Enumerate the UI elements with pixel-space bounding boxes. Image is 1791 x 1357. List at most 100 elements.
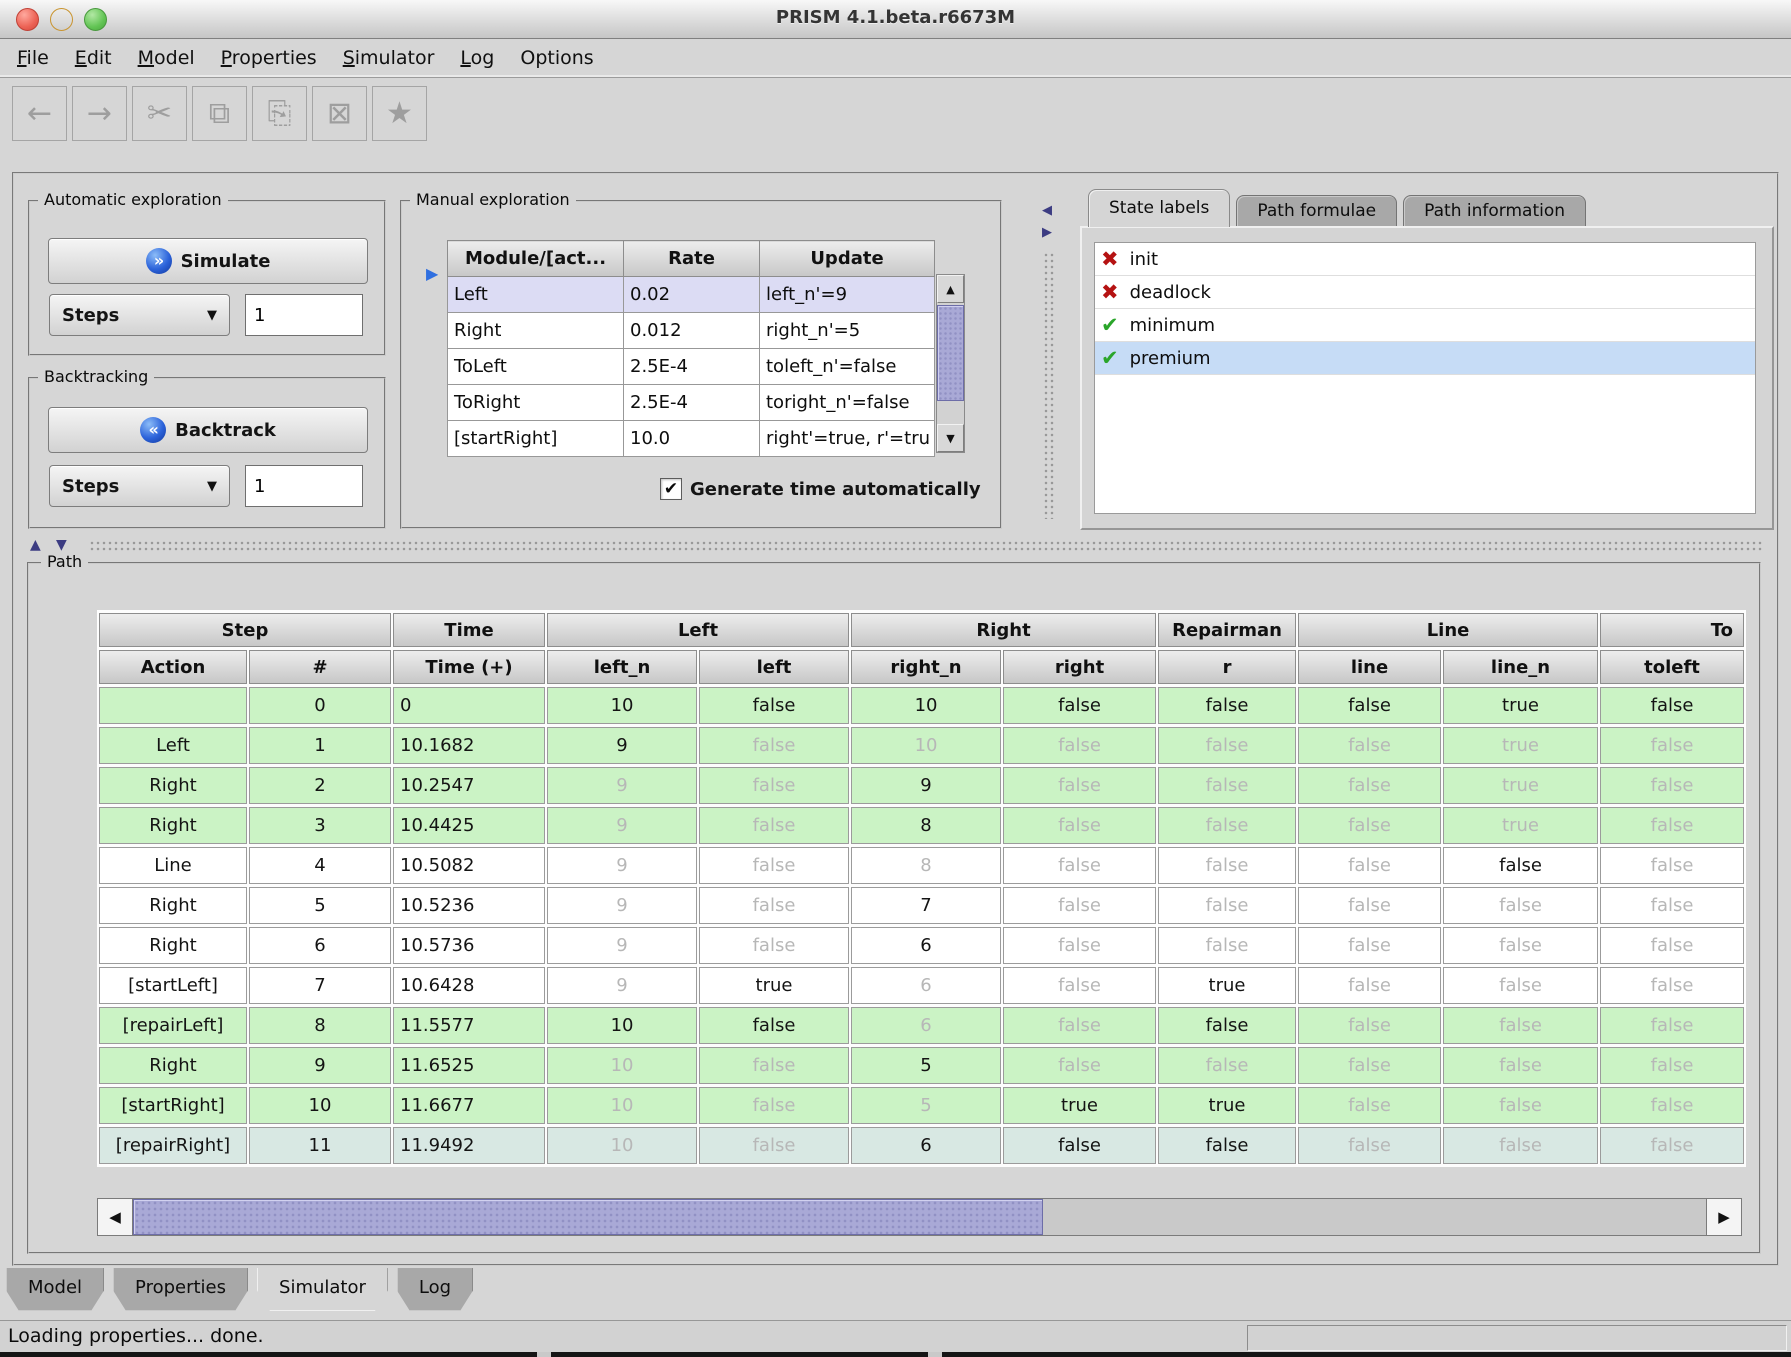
path-row-3[interactable]: Right310.44259false8falsefalsefalsetruef… (99, 807, 1744, 844)
back-button[interactable]: ← (12, 86, 67, 141)
bottom-tab-log[interactable]: Log (397, 1268, 473, 1311)
tab-path-formulae[interactable]: Path formulae (1236, 195, 1397, 227)
path-cell: false (1298, 1047, 1441, 1084)
path-table[interactable]: StepTimeLeftRightRepairmanLineToAction#T… (97, 610, 1746, 1167)
scroll-up-button[interactable]: ▲ (937, 275, 964, 303)
path-cell: 5 (249, 887, 391, 924)
backtrack-button[interactable]: « Backtrack (48, 407, 368, 453)
path-cell: Right (99, 767, 247, 804)
manual-row-3[interactable]: ToRight2.5E-4toright_n'=false (448, 385, 935, 421)
bottom-tab-model[interactable]: Model (6, 1268, 104, 1311)
manual-row-2[interactable]: ToLeft2.5E-4toleft_n'=false (448, 349, 935, 385)
path-row-6[interactable]: Right610.57369false6falsefalsefalsefalse… (99, 927, 1744, 964)
scroll-right-button[interactable]: ▶ (1706, 1199, 1741, 1235)
path-cell: 6 (851, 967, 1001, 1004)
path-row-0[interactable]: 0010false10falsefalsefalsetruefalse (99, 687, 1744, 724)
path-cell: 6 (249, 927, 391, 964)
manual-table-scrollbar[interactable]: ▲ ▼ (936, 274, 965, 453)
paste-button[interactable]: ⎘ (252, 86, 307, 141)
path-scrollbar[interactable]: ◀ ▶ (97, 1198, 1742, 1236)
tab-path-information[interactable]: Path information (1403, 195, 1586, 227)
menu-item-log[interactable]: Log (447, 39, 507, 77)
bottom-tab-simulator[interactable]: Simulator (257, 1268, 388, 1311)
manual-row-4[interactable]: [startRight]10.0right'=true, r'=tru (448, 421, 935, 457)
path-cell: false (1158, 847, 1296, 884)
state-label-deadlock[interactable]: ✖deadlock (1095, 276, 1755, 309)
star-icon: ★ (386, 96, 413, 131)
path-cell: false (1298, 927, 1441, 964)
path-row-1[interactable]: Left110.16829false10falsefalsefalsetruef… (99, 727, 1744, 764)
path-cell: false (1443, 1007, 1598, 1044)
path-row-9[interactable]: Right911.652510false5falsefalsefalsefals… (99, 1047, 1744, 1084)
path-cell: 10 (547, 1047, 697, 1084)
backtrack-steps-input[interactable] (245, 465, 363, 507)
vertical-splitter[interactable]: ◀ ▶ (1038, 200, 1060, 523)
path-cell: false (1158, 687, 1296, 724)
scroll-down-button[interactable]: ▼ (937, 424, 964, 452)
path-cell: Left (99, 727, 247, 764)
path-cell: false (1003, 687, 1156, 724)
manual-scrollbar-thumb[interactable] (937, 305, 964, 401)
manual-rate-cell: 2.5E-4 (624, 349, 760, 385)
menu-item-edit[interactable]: Edit (62, 39, 125, 77)
manual-rate-cell: 0.012 (624, 313, 760, 349)
collapse-right-icon[interactable]: ▶ (1042, 225, 1052, 240)
manual-exploration-table[interactable]: Module/[act...RateUpdateLeft0.02left_n'=… (447, 240, 935, 457)
menu-item-simulator[interactable]: Simulator (330, 39, 448, 77)
path-cell: false (1158, 807, 1296, 844)
generate-time-label: Generate time automatically (690, 479, 981, 500)
path-cell: 10 (249, 1087, 391, 1124)
collapse-up-icon[interactable]: ▲ (30, 537, 41, 553)
auto-steps-combo[interactable]: Steps ▼ (49, 294, 230, 336)
manual-row-0[interactable]: Left0.02left_n'=9 (448, 277, 935, 313)
cut-button[interactable]: ✂ (132, 86, 187, 141)
tab-state-labels[interactable]: State labels (1088, 189, 1230, 227)
path-row-10[interactable]: [startRight]1011.667710false5truetruefal… (99, 1087, 1744, 1124)
path-group-header-row: StepTimeLeftRightRepairmanLineTo (99, 613, 1744, 647)
path-row-2[interactable]: Right210.25479false9falsefalsefalsetruef… (99, 767, 1744, 804)
bottom-tab-properties[interactable]: Properties (113, 1268, 248, 1311)
path-cell: false (1158, 927, 1296, 964)
star-button[interactable]: ★ (372, 86, 427, 141)
path-cell: false (1158, 1127, 1296, 1164)
scroll-left-button[interactable]: ◀ (98, 1199, 133, 1235)
path-cell: false (1003, 927, 1156, 964)
delete-button[interactable]: ⊠ (312, 86, 367, 141)
cross-icon: ✖ (1101, 249, 1119, 269)
path-cell: 11.6677 (393, 1087, 545, 1124)
path-cell: 10 (547, 687, 697, 724)
manual-rate-cell: 0.02 (624, 277, 760, 313)
manual-row-1[interactable]: Right0.012right_n'=5 (448, 313, 935, 349)
backtrack-steps-combo[interactable]: Steps ▼ (49, 465, 230, 507)
path-row-5[interactable]: Right510.52369false7falsefalsefalsefalse… (99, 887, 1744, 924)
menu-item-model[interactable]: Model (125, 39, 208, 77)
path-row-4[interactable]: Line410.50829false8falsefalsefalsefalsef… (99, 847, 1744, 884)
backtracking-group: Backtracking « Backtrack Steps ▼ (28, 377, 386, 529)
backtrack-button-label: Backtrack (175, 420, 276, 441)
path-row-7[interactable]: [startLeft]710.64289true6falsetruefalsef… (99, 967, 1744, 1004)
path-cell: 0 (249, 687, 391, 724)
collapse-down-icon[interactable]: ▼ (56, 537, 67, 553)
splitter-grip[interactable] (89, 540, 1763, 552)
path-cell: Right (99, 887, 247, 924)
path-scrollbar-thumb[interactable] (133, 1199, 1043, 1235)
copy-button[interactable]: ⧉ (192, 86, 247, 141)
menu-item-properties[interactable]: Properties (208, 39, 330, 77)
splitter-grip[interactable] (1043, 252, 1055, 519)
auto-steps-input[interactable] (245, 294, 363, 336)
generate-time-checkbox[interactable]: ✔ (660, 478, 682, 500)
menu-item-file[interactable]: File (4, 39, 62, 77)
menu-item-options[interactable]: Options (507, 39, 606, 77)
state-label-init[interactable]: ✖init (1095, 243, 1755, 276)
manual-update-cell: toright_n'=false (760, 385, 935, 421)
state-label-premium[interactable]: ✔premium (1095, 342, 1755, 375)
simulate-button[interactable]: » Simulate (48, 238, 368, 284)
manual-exploration-title: Manual exploration (410, 190, 576, 209)
collapse-left-icon[interactable]: ◀ (1042, 203, 1052, 218)
state-label-minimum[interactable]: ✔minimum (1095, 309, 1755, 342)
horizontal-splitter[interactable]: ▲ ▼ (14, 536, 1773, 556)
path-row-11[interactable]: [repairRight]1111.949210false6falsefalse… (99, 1127, 1744, 1164)
path-row-8[interactable]: [repairLeft]811.557710false6falsefalsefa… (99, 1007, 1744, 1044)
forward-button[interactable]: → (72, 86, 127, 141)
path-cell: 10 (547, 1007, 697, 1044)
